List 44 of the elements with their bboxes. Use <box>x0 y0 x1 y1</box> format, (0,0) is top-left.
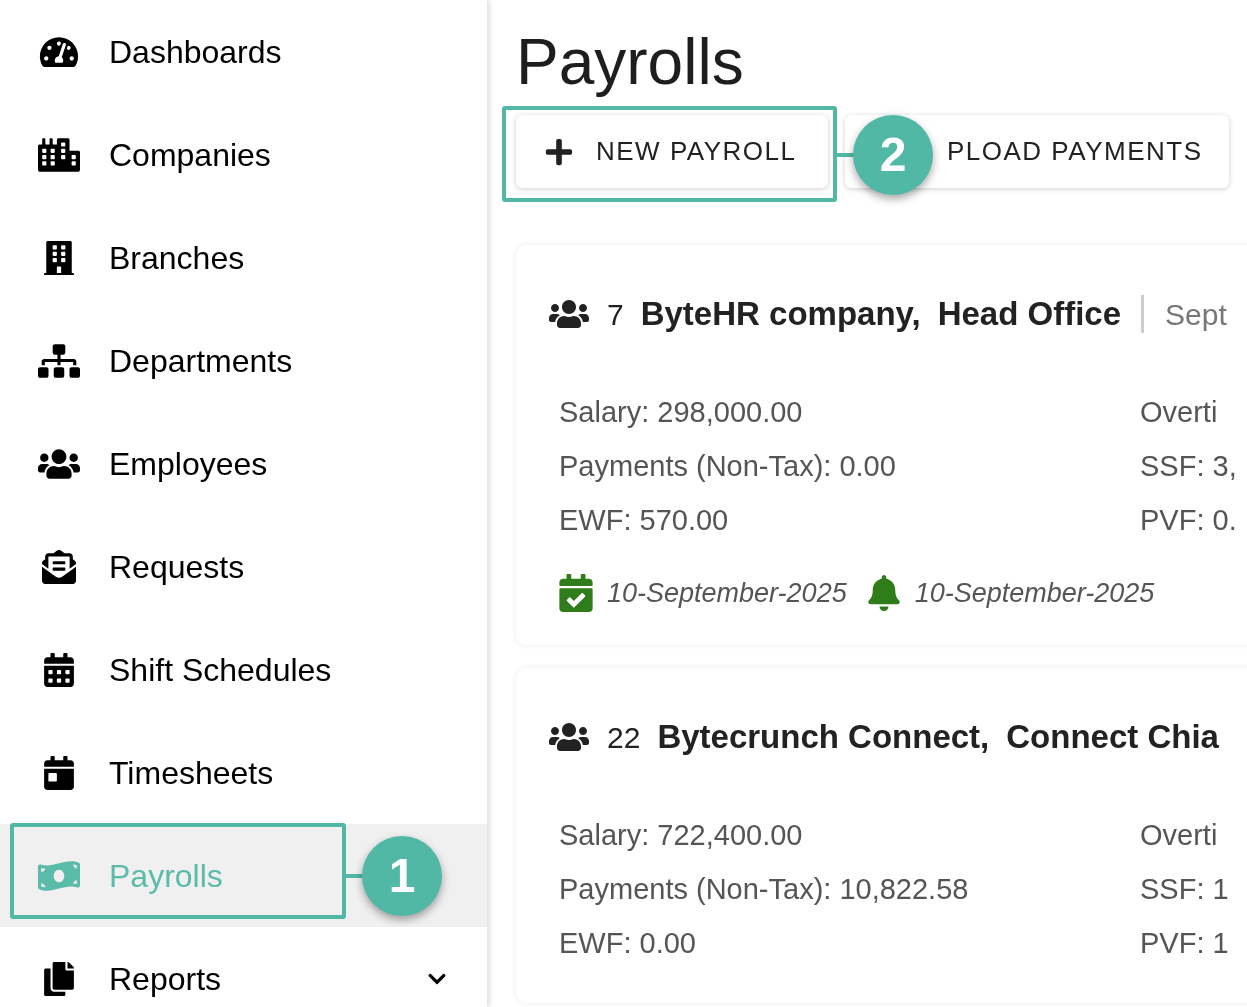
payroll-card[interactable]: 22 Bytecrunch Connect, Connect Chia Salary: 722,400.00 Payments (Non-Tax): 10,822.58 EWF: 0.00 Overti SSF: 1 PVF: 1 <box>516 668 1247 1003</box>
amount-text: SSF: 1 <box>1140 872 1229 908</box>
sidebar-item[interactable]: Employees <box>0 412 487 515</box>
page-title: Payrolls <box>516 26 745 98</box>
sidebar-item[interactable]: Reports <box>0 927 487 1007</box>
sidebar-item[interactable]: Timesheets <box>0 721 487 824</box>
bell-icon <box>866 575 901 611</box>
amount-text: Salary: 722,400.00 <box>559 818 803 854</box>
sitemap-icon <box>38 343 80 378</box>
gauge-icon <box>38 34 80 69</box>
date-text: 10-September-2025 <box>607 576 847 610</box>
sidebar-item[interactable]: Requests <box>0 515 487 618</box>
amount-text: PVF: 1 <box>1140 926 1229 962</box>
employee-count: 7 <box>607 296 624 333</box>
branch-name: Head Office <box>937 294 1122 335</box>
date-text: 10-September-2025 <box>914 576 1155 610</box>
employee-count: 22 <box>607 719 641 756</box>
sidebar-item[interactable]: Shift Schedules <box>0 618 487 721</box>
branch-name: Connect Chia <box>1006 717 1219 758</box>
money-icon <box>38 858 80 893</box>
amount-text: PVF: 0. <box>1140 503 1237 539</box>
plus-icon <box>544 136 574 167</box>
sidebar-item[interactable]: Dashboards <box>0 0 487 103</box>
amount-text: Overti <box>1140 395 1218 431</box>
company-name: ByteHR company, <box>640 294 921 335</box>
sidebar-item[interactable]: Departments <box>0 309 487 412</box>
sidebar-item[interactable]: Companies <box>0 103 487 206</box>
people-icon <box>548 721 590 753</box>
people-icon <box>38 446 80 481</box>
company-name: Bytecrunch Connect, <box>657 717 990 758</box>
sidebar-item[interactable]: Branches <box>0 206 487 309</box>
new-payroll-button[interactable]: NEW PAYROLL <box>516 115 828 188</box>
amount-text: SSF: 3, <box>1140 449 1237 485</box>
calendar-check-icon <box>559 574 593 612</box>
amount-text: Overti <box>1140 818 1218 854</box>
buildings-icon <box>38 137 80 172</box>
period-text: Sept <box>1165 296 1227 333</box>
people-icon <box>548 298 590 330</box>
amount-text: Salary: 298,000.00 <box>559 395 803 431</box>
amount-text: EWF: 570.00 <box>559 503 729 539</box>
amount-text: Payments (Non-Tax): 10,822.58 <box>559 872 969 908</box>
amount-text: Payments (Non-Tax): 0.00 <box>559 449 896 485</box>
payroll-card[interactable]: 7 ByteHR company, Head Office Sept Salary: 298,000.00 Payments (Non-Tax): 0.00 EWF: 570.00 Overti SSF: 3, PVF: 0. 10-September-2025 10-September-2025 <box>516 245 1247 645</box>
amount-text: EWF: 0.00 <box>559 926 696 962</box>
